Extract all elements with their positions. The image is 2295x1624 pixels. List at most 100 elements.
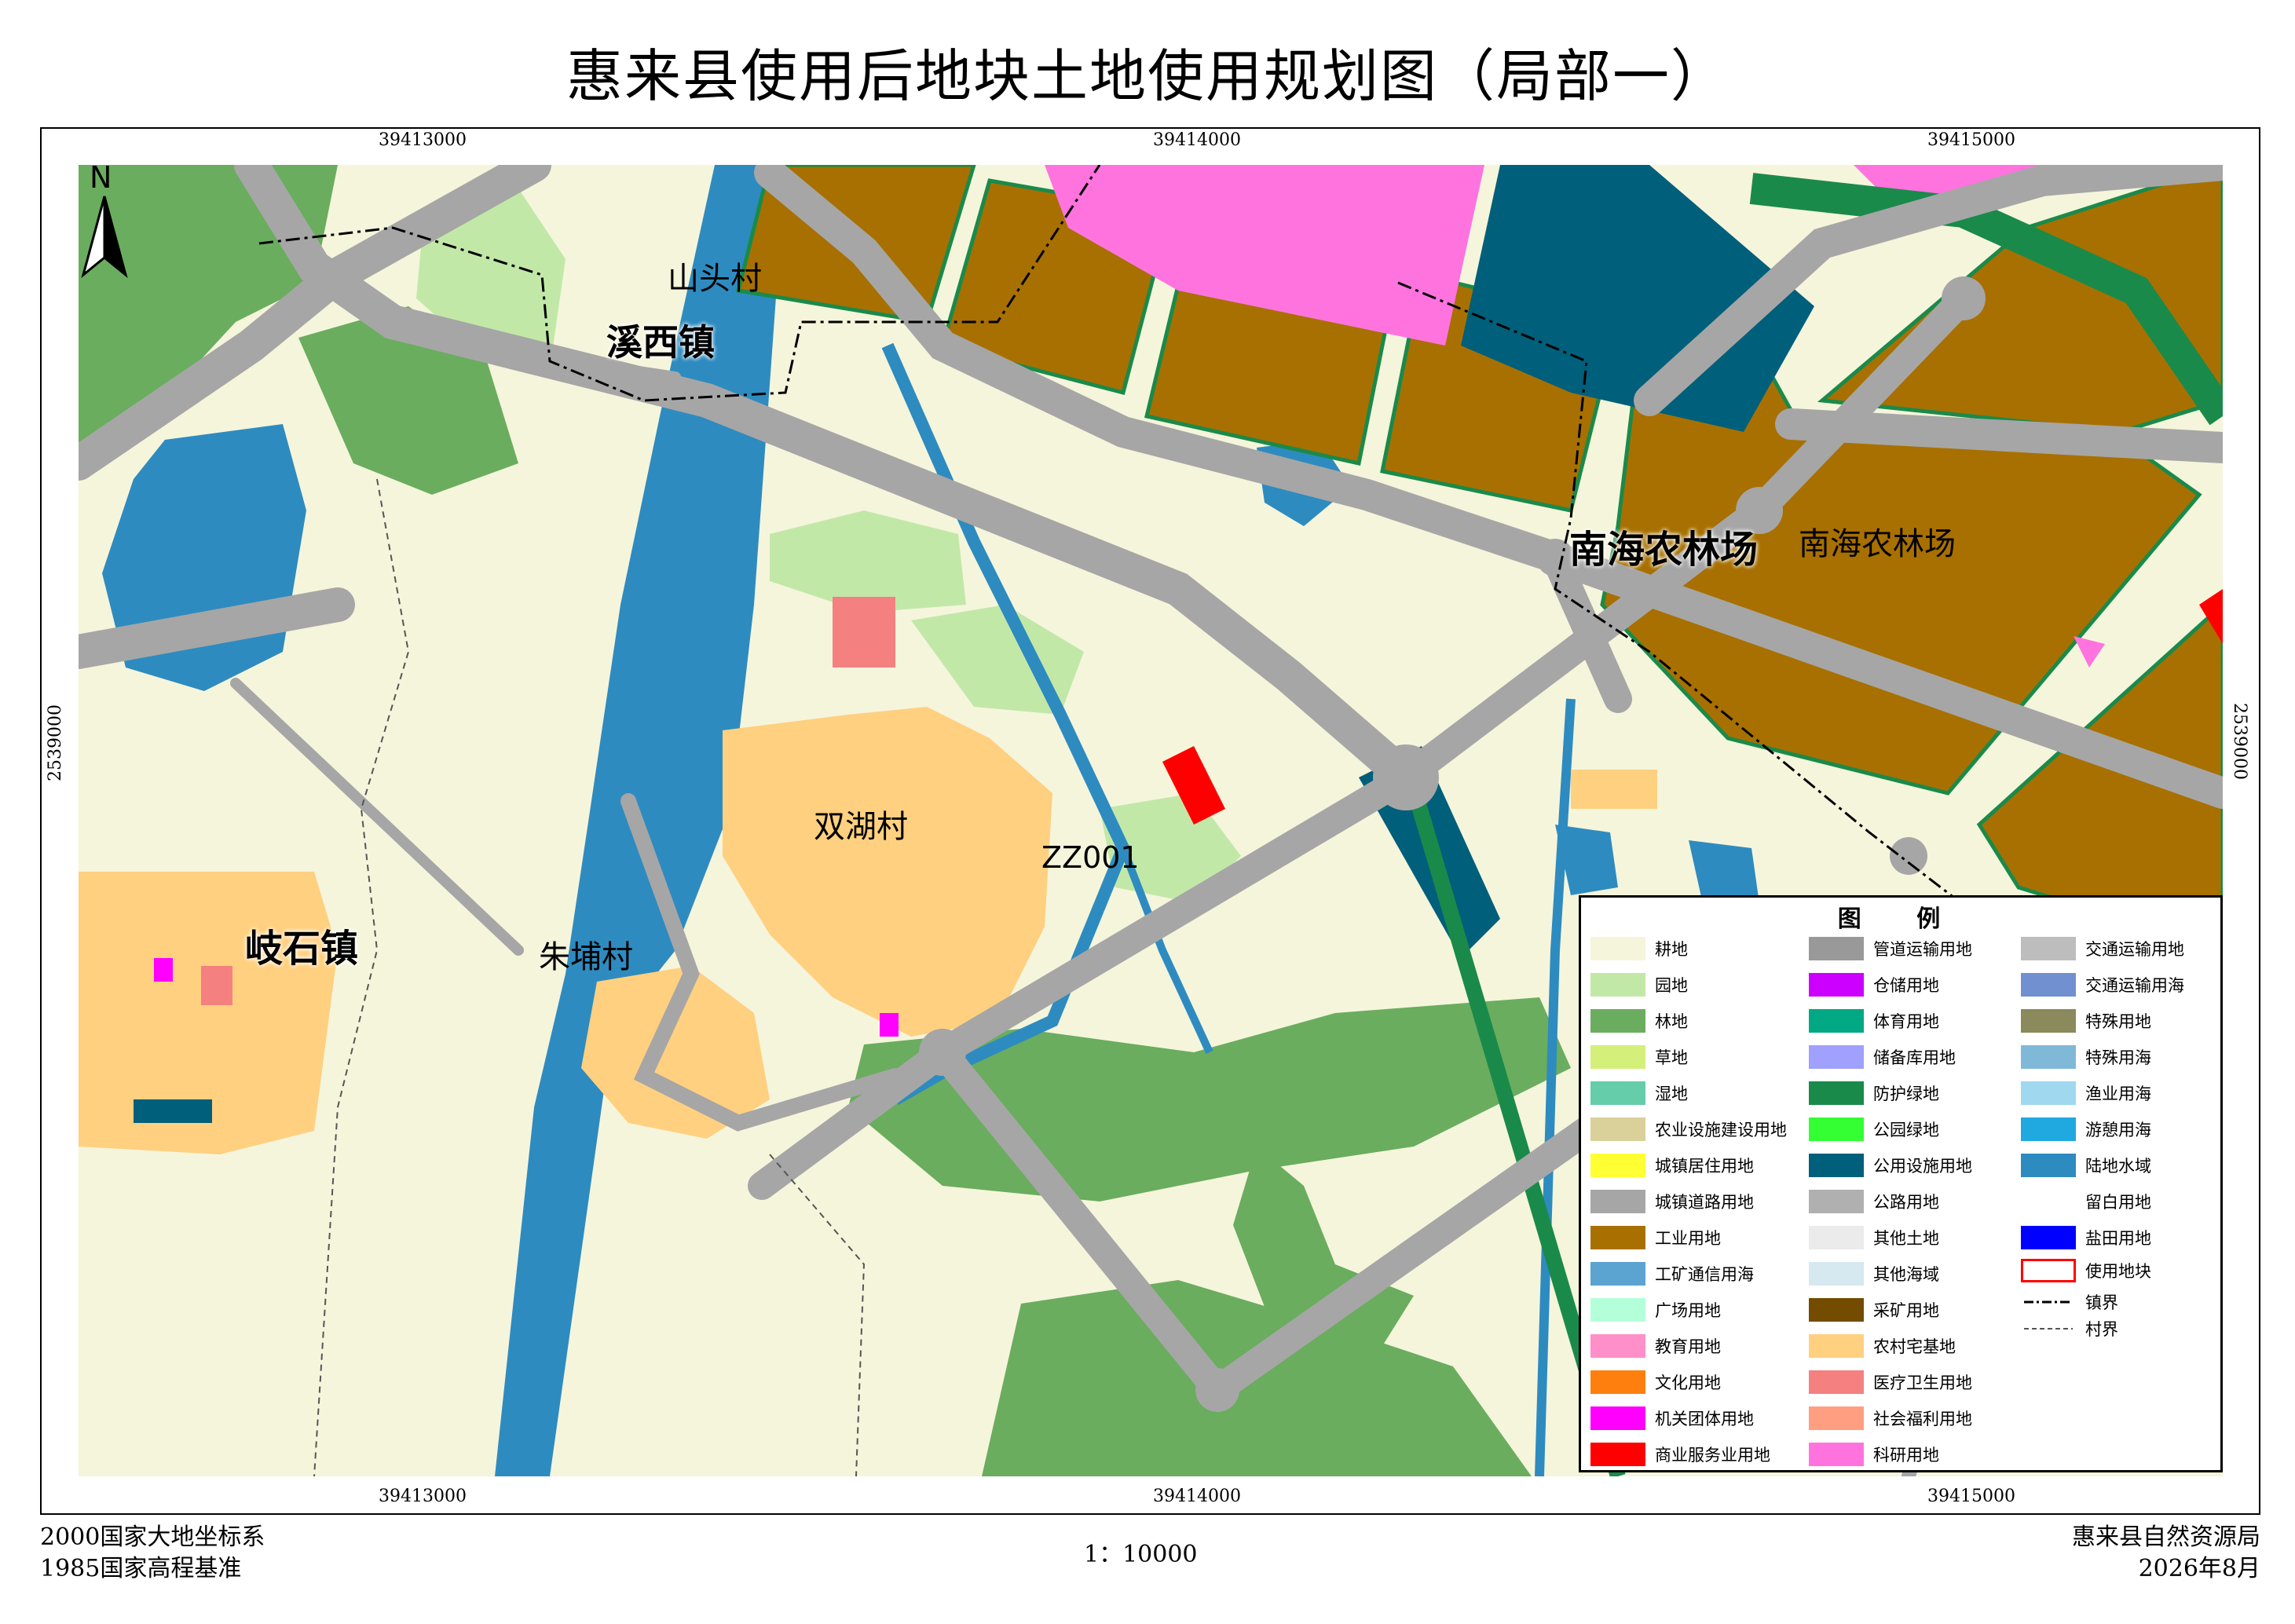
roundabout <box>1536 539 1574 576</box>
legend-swatch <box>1590 937 1645 960</box>
legend-item: 镇界 <box>2021 1290 2118 1314</box>
publish-date: 2026年8月 <box>2138 1555 2260 1582</box>
label-zhupu-village: 朱埔村 <box>539 939 633 975</box>
legend-item: 公用设施用地 <box>1809 1154 1972 1177</box>
north-label: N <box>90 160 112 195</box>
legend-swatch <box>1809 1262 1864 1286</box>
legend-label: 采矿用地 <box>1873 1301 1939 1320</box>
legend-label: 其他土地 <box>1873 1229 1939 1248</box>
legend-swatch <box>1809 1190 1864 1213</box>
legend-label: 耕地 <box>1655 940 1688 959</box>
label-parcel-id[interactable]: ZZ001 <box>1041 840 1140 875</box>
legend-label: 医疗卫生用地 <box>1873 1373 1972 1392</box>
legend-swatch <box>1590 1009 1645 1033</box>
legend-label: 机关团体用地 <box>1655 1410 1754 1428</box>
legend-item: 机关团体用地 <box>1590 1406 1754 1430</box>
legend-label: 城镇道路用地 <box>1655 1193 1754 1212</box>
legend-swatch <box>1590 1081 1645 1105</box>
legend-item: 医疗卫生用地 <box>1809 1370 1972 1394</box>
legend-item: 村界 <box>2021 1317 2118 1341</box>
legend-swatch <box>1590 1443 1645 1466</box>
legend-label: 林地 <box>1655 1012 1688 1031</box>
legend-item: 采矿用地 <box>1809 1298 1939 1322</box>
legend-label: 园地 <box>1655 976 1688 995</box>
legend-item: 广场用地 <box>1590 1298 1721 1322</box>
legend-label: 公园绿地 <box>1873 1121 1939 1139</box>
legend-swatch <box>1809 1154 1864 1177</box>
legend-item: 草地 <box>1590 1045 1688 1069</box>
legend-item: 其他海域 <box>1809 1262 1939 1286</box>
legend-label: 工矿通信用海 <box>1655 1265 1754 1284</box>
label-nanhai-farm-bold: 南海农林场 <box>1569 528 1759 572</box>
legend-swatch <box>1590 1226 1645 1249</box>
legend-swatch <box>2021 1045 2076 1069</box>
footer-left: 2000国家大地坐标系 1985国家高程基准 <box>40 1522 265 1585</box>
utility-land <box>134 1099 212 1123</box>
legend-item: 工矿通信用海 <box>1590 1262 1754 1286</box>
map-scale: 1：10000 <box>1084 1541 1198 1568</box>
roundabout <box>1195 1368 1239 1412</box>
legend-label: 防护绿地 <box>1873 1084 1939 1103</box>
legend-swatch <box>1590 1117 1645 1141</box>
legend-swatch <box>1809 1298 1864 1322</box>
legend-label: 渔业用海 <box>2085 1084 2151 1103</box>
legend-item: 科研用地 <box>1809 1443 1939 1466</box>
legend-swatch <box>1809 937 1864 960</box>
legend-label: 农业设施建设用地 <box>1655 1121 1787 1139</box>
legend-item: 渔业用海 <box>2021 1081 2151 1105</box>
medical-parcel <box>833 597 895 668</box>
legend-item: 城镇道路用地 <box>1590 1190 1754 1213</box>
legend-item: 盐田用地 <box>2021 1226 2151 1249</box>
legend-swatch <box>1590 1334 1645 1358</box>
legend-label: 草地 <box>1655 1048 1688 1067</box>
legend-item: 城镇居住用地 <box>1590 1154 1754 1177</box>
legend-item: 仓储用地 <box>1809 973 1939 997</box>
legend-swatch <box>2021 1290 2076 1314</box>
legend-item: 管道运输用地 <box>1809 937 1972 960</box>
legend-swatch <box>1809 973 1864 997</box>
label-shuanghu-village: 双湖村 <box>814 809 908 845</box>
legend-swatch <box>1809 1081 1864 1105</box>
organization: 惠来县自然资源局 <box>2072 1523 2260 1551</box>
legend-swatch <box>1590 1406 1645 1430</box>
legend-item: 园地 <box>1590 973 1688 997</box>
legend-item: 储备库用地 <box>1809 1045 1956 1069</box>
legend-item: 交通运输用地 <box>2021 937 2184 960</box>
legend-item: 林地 <box>1590 1009 1688 1033</box>
legend-swatch <box>2021 1154 2076 1177</box>
legend-swatch <box>1590 1154 1645 1177</box>
legend-item: 耕地 <box>1590 937 1688 960</box>
y-coord-left: 2539000 <box>46 704 65 781</box>
legend-label: 游憩用海 <box>2085 1121 2151 1139</box>
legend-swatch <box>1809 1334 1864 1358</box>
legend-item: 游憩用海 <box>2021 1117 2151 1141</box>
legend-swatch <box>2021 1081 2076 1105</box>
legend-swatch <box>2021 1317 2076 1341</box>
roundabout <box>1373 744 1439 810</box>
legend-item: 交通运输用海 <box>2021 973 2184 997</box>
legend-label: 盐田用地 <box>2085 1229 2151 1248</box>
legend-item: 教育用地 <box>1590 1334 1721 1358</box>
legend-swatch <box>1809 1045 1864 1069</box>
legend-item: 防护绿地 <box>1809 1081 1939 1105</box>
legend-panel: 图 例 耕地 园地 林地 草地 湿地 农业设施建设用地 城镇居住用地 城镇道路用… <box>1579 895 2223 1472</box>
legend-item: 公路用地 <box>1809 1190 1939 1213</box>
x-coord-bottom-3: 39415000 <box>1927 1487 2015 1506</box>
legend-label: 其他海域 <box>1873 1265 1939 1284</box>
roundabout <box>1890 837 1927 875</box>
label-qishi-town: 岐石镇 <box>245 927 359 971</box>
legend-swatch <box>2021 973 2076 997</box>
legend-swatch <box>1809 1117 1864 1141</box>
legend-swatch <box>1809 1009 1864 1033</box>
legend-label: 管道运输用地 <box>1873 940 1972 959</box>
legend-label: 村界 <box>2085 1320 2118 1339</box>
x-coord-bottom-2: 39414000 <box>1153 1487 1241 1506</box>
legend-swatch <box>1590 1262 1645 1286</box>
legend-label: 公用设施用地 <box>1873 1157 1972 1176</box>
legend-swatch <box>2021 1190 2076 1213</box>
legend-label: 仓储用地 <box>1873 976 1939 995</box>
legend-swatch <box>1590 973 1645 997</box>
legend-item: 湿地 <box>1590 1081 1688 1105</box>
legend-label: 工业用地 <box>1655 1229 1721 1248</box>
roundabout <box>919 1029 966 1076</box>
